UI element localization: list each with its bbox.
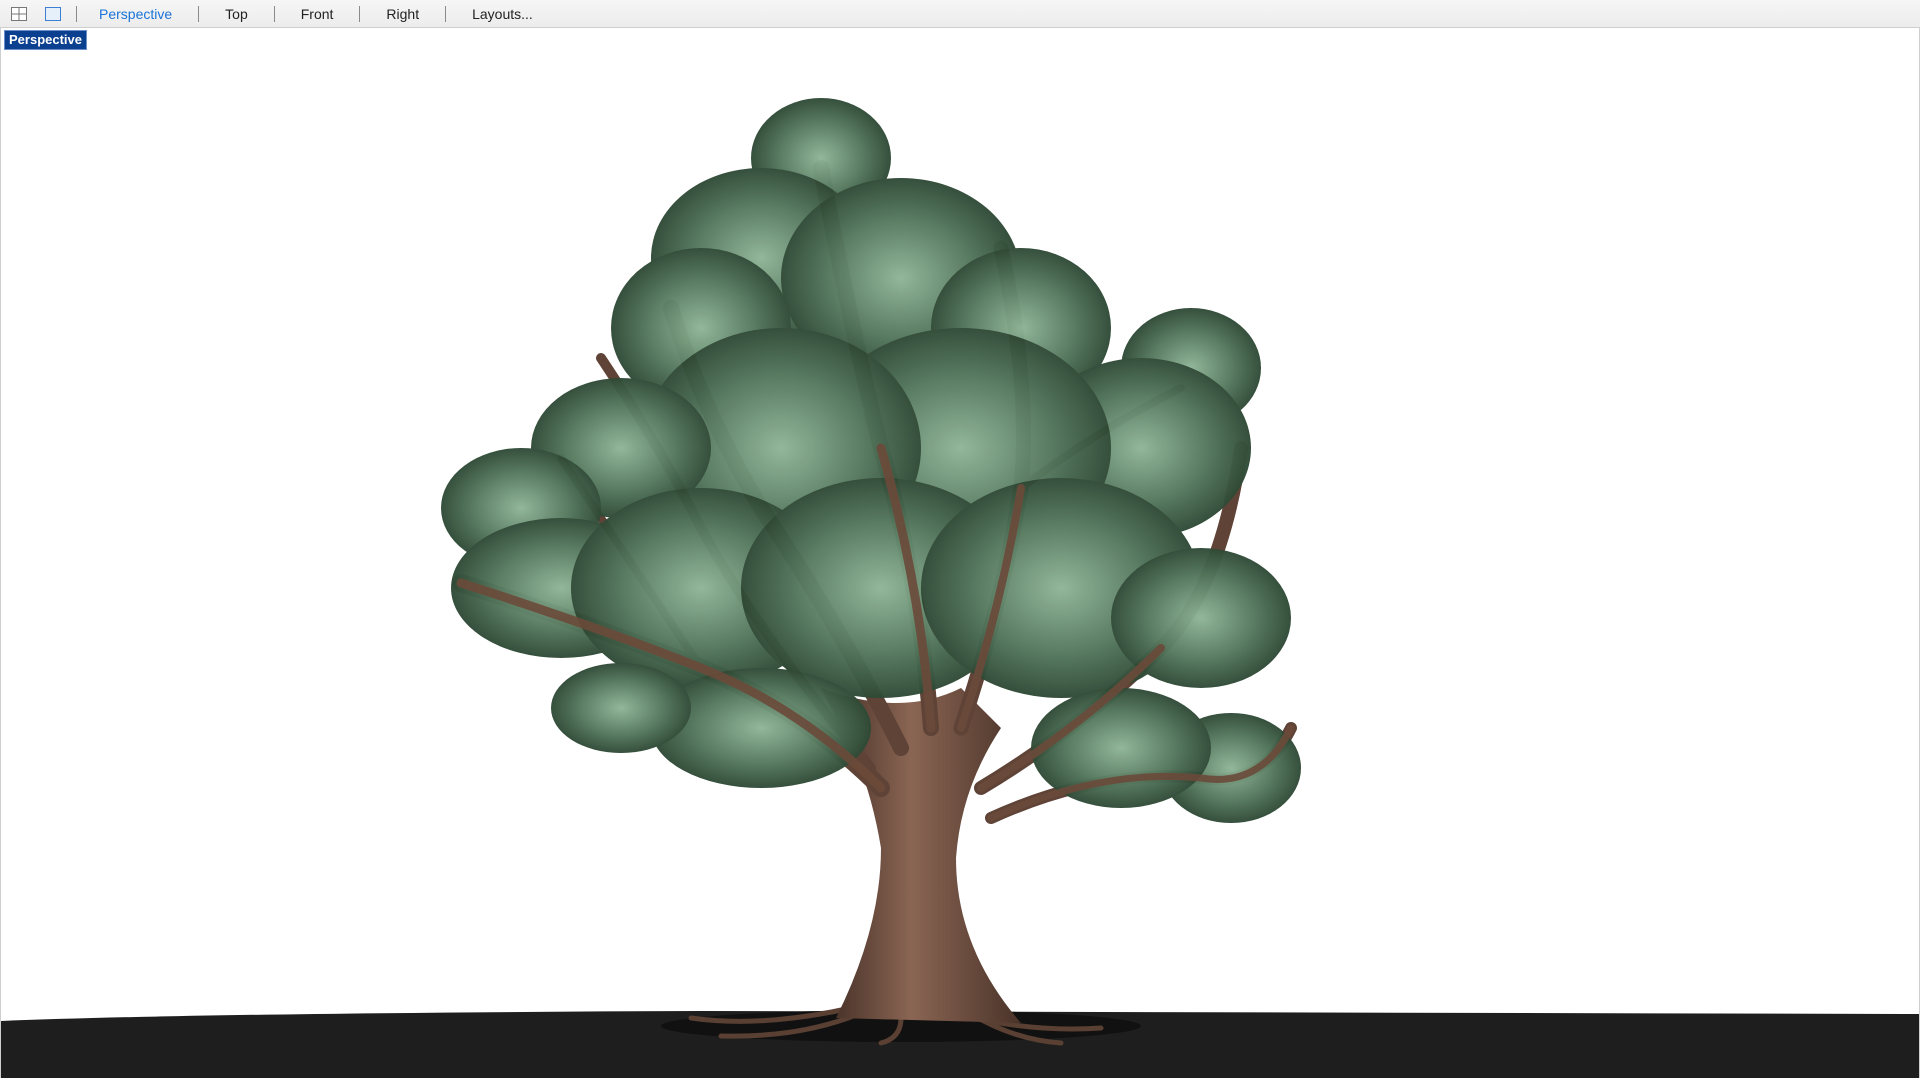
tab-right[interactable]: Right [364,0,441,28]
perspective-viewport[interactable]: Perspective [0,28,1920,1078]
rhino-app-window: Perspective Top Front Right Layouts... P… [0,0,1920,1080]
tab-top[interactable]: Top [203,0,270,28]
viewport-toolbar: Perspective Top Front Right Layouts... [0,0,1920,28]
single-viewport-layout-icon[interactable] [44,6,62,22]
toolbar-separator [445,5,447,22]
viewport-title-label[interactable]: Perspective [4,30,87,50]
tab-front[interactable]: Front [279,0,356,28]
toolbar-separator [359,5,361,22]
layouts-menu-button[interactable]: Layouts... [450,0,555,28]
toolbar-separator [198,5,200,22]
toolbar-separator [76,5,77,22]
tree-render-scene [1,98,1919,1078]
toolbar-separator [273,5,275,22]
tab-perspective[interactable]: Perspective [81,0,194,28]
four-viewport-layout-icon[interactable] [10,6,28,22]
